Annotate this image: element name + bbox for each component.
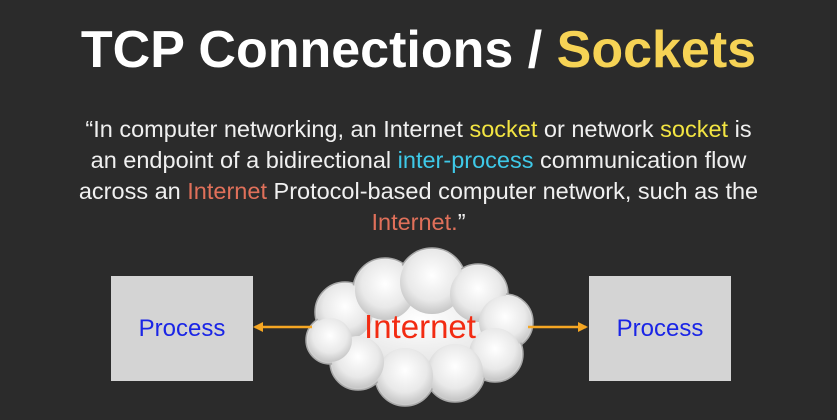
left-process-label: Process <box>138 314 226 342</box>
slide: TCP Connections / Sockets “In computer n… <box>0 0 837 420</box>
right-process-label: Process <box>616 314 704 342</box>
left-process-box: Process <box>111 276 253 381</box>
right-process-box: Process <box>589 276 731 381</box>
internet-label: Internet <box>364 308 476 345</box>
